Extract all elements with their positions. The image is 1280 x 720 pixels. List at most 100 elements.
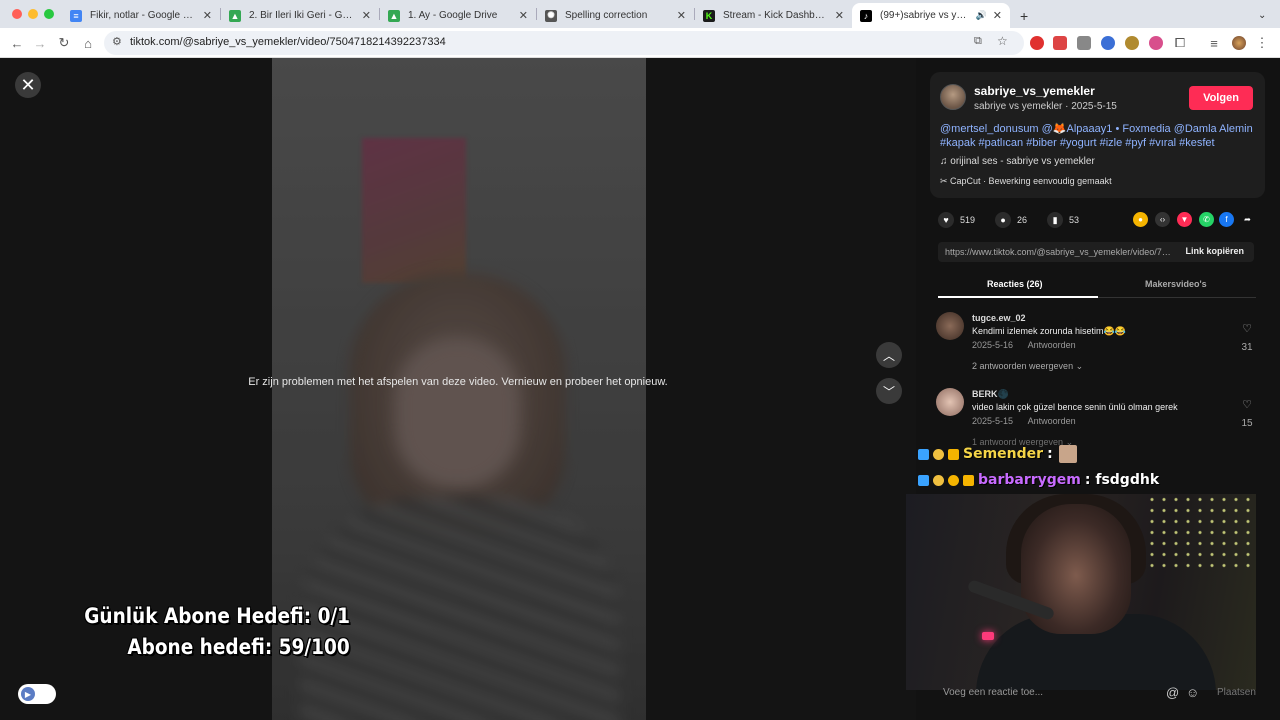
chat-username: Semender xyxy=(963,446,1044,462)
copy-link-button[interactable]: Link kopiëren xyxy=(1185,246,1244,256)
comment-meta: 2025-5-15 Antwoorden xyxy=(972,416,1076,426)
whatsapp-icon[interactable]: ✆ xyxy=(1199,212,1214,227)
tab-comments[interactable]: Reacties (26) xyxy=(987,279,1043,289)
save-stat[interactable]: ▮ 53 xyxy=(1047,212,1079,228)
capcut-link[interactable]: ✂ CapCut · Bewerking eenvoudig gemaakt xyxy=(940,176,1112,187)
playback-error-message: Er zijn problemen met het afspelen van d… xyxy=(248,376,668,388)
profile-avatar[interactable] xyxy=(1232,36,1246,50)
close-video-button[interactable]: ✕ xyxy=(15,72,41,98)
close-tab-icon[interactable]: ✕ xyxy=(203,9,212,22)
reply-button[interactable]: Antwoorden xyxy=(1028,340,1076,350)
close-tab-icon[interactable]: ✕ xyxy=(993,9,1002,22)
comment-heart-icon[interactable]: ♡ xyxy=(1238,322,1256,335)
tab-search-icon[interactable]: ⌄ xyxy=(1250,3,1272,28)
coin-icon[interactable]: ● xyxy=(1133,212,1148,227)
tab-creator-videos[interactable]: Makersvideo's xyxy=(1145,279,1207,289)
reload-icon[interactable]: ↻ xyxy=(55,34,73,52)
comment-input[interactable]: Voeg een reactie toe... xyxy=(943,687,1043,698)
close-tab-icon[interactable]: ✕ xyxy=(519,9,528,22)
webcam-overlay xyxy=(906,494,1256,690)
avatar[interactable] xyxy=(936,388,964,416)
comment-like-count: 15 xyxy=(1241,418,1253,429)
embed-icon[interactable]: ‹› xyxy=(1155,212,1170,227)
subscriber-goal: Abone hedefi: 59/100 xyxy=(127,635,350,659)
maximize-window-button[interactable] xyxy=(44,9,54,19)
browser-menu-icon[interactable]: ⋮ xyxy=(1253,34,1271,52)
post-comment-button[interactable]: Plaatsen xyxy=(1217,687,1256,698)
browser-tab-4[interactable]: K Stream - Kick Dashboard ✕ xyxy=(695,3,852,28)
adblock-extension-icon[interactable] xyxy=(1030,36,1044,50)
close-tab-icon[interactable]: ✕ xyxy=(677,9,686,22)
back-icon[interactable]: ← xyxy=(8,34,26,52)
close-tab-icon[interactable]: ✕ xyxy=(362,9,371,22)
tiktok-icon: ♪ xyxy=(860,9,872,22)
badge-icon xyxy=(948,474,959,486)
comment-like-count: 31 xyxy=(1241,342,1253,353)
daily-subscriber-goal: Günlük Abone Hedefi: 0/1 xyxy=(84,604,350,628)
home-icon[interactable]: ⌂ xyxy=(79,34,97,52)
openai-icon: ✺ xyxy=(545,9,557,22)
like-stat[interactable]: ♥ 519 xyxy=(938,212,975,228)
comment-author[interactable]: tugce.ew_02 xyxy=(972,313,1026,323)
browser-tab-5-active[interactable]: ♪ (99+)sabriye vs yemekler 🔊 ✕ xyxy=(852,3,1010,28)
minimize-window-button[interactable] xyxy=(28,9,38,19)
engagement-stats: ♥ 519 ● 26 ▮ 53 xyxy=(938,212,1099,228)
next-video-button[interactable]: ﹀ xyxy=(876,378,902,404)
share-arrow-icon[interactable]: ➦ xyxy=(1240,212,1255,227)
comment-author[interactable]: BERK🌑 xyxy=(972,389,1009,400)
play-icon: ▶ xyxy=(21,687,35,701)
view-replies-button[interactable]: 2 antwoorden weergeven ⌄ xyxy=(972,361,1083,372)
chat-message: Semender : xyxy=(918,445,1077,463)
mention-icon[interactable]: @ xyxy=(1166,685,1179,700)
browser-toolbar: ← → ↻ ⌂ ⚙ tiktok.com/@sabriye_vs_yemekle… xyxy=(0,28,1280,58)
author-username[interactable]: sabriye_vs_yemekler xyxy=(974,84,1095,98)
site-info-icon[interactable]: ⚙ xyxy=(112,35,122,48)
send-icon[interactable]: ▼ xyxy=(1177,212,1192,227)
previous-video-button[interactable]: ︿ xyxy=(876,342,902,368)
extension-icon[interactable] xyxy=(1149,36,1163,50)
speaker-icon[interactable]: 🔊 xyxy=(976,10,987,21)
drive-icon: ▲ xyxy=(388,9,400,22)
forward-icon[interactable]: → xyxy=(31,34,49,52)
comment-tabs: Reacties (26) Makersvideo's xyxy=(938,276,1256,298)
follow-button[interactable]: Volgen xyxy=(1189,86,1253,110)
music-link[interactable]: ♫ orijinal ses - sabriye vs yemekler xyxy=(940,156,1095,167)
close-tab-icon[interactable]: ✕ xyxy=(835,9,844,22)
link-box: https://www.tiktok.com/@sabriye_vs_yemek… xyxy=(938,242,1254,262)
install-icon[interactable]: ⧉ xyxy=(974,35,982,48)
extensions-puzzle-icon[interactable]: ⧠ xyxy=(1171,34,1189,52)
new-tab-button[interactable]: + xyxy=(1012,3,1032,28)
autoscroll-toggle[interactable]: ▶ xyxy=(18,684,56,704)
capcut-icon: ✂ xyxy=(940,176,951,186)
comment-stat[interactable]: ● 26 xyxy=(995,212,1027,228)
extension-icon[interactable] xyxy=(1053,36,1067,50)
extension-icon[interactable] xyxy=(1125,36,1139,50)
close-window-button[interactable] xyxy=(12,9,22,19)
chat-text: : fsdgdhk xyxy=(1084,472,1160,488)
avatar[interactable] xyxy=(936,312,964,340)
music-note-icon: ♫ xyxy=(940,156,951,167)
extension-icon[interactable] xyxy=(1077,36,1091,50)
address-bar[interactable]: ⚙ tiktok.com/@sabriye_vs_yemekler/video/… xyxy=(104,31,1024,55)
browser-tab-2[interactable]: ▲ 1. Ay - Google Drive ✕ xyxy=(380,3,536,28)
extension-icon[interactable] xyxy=(1101,36,1115,50)
heart-icon: ♥ xyxy=(938,212,954,228)
bookmark-star-icon[interactable]: ☆ xyxy=(997,34,1008,48)
facebook-icon[interactable]: f xyxy=(1219,212,1234,227)
badge-icon xyxy=(933,474,944,486)
browser-tab-0[interactable]: ≡ Fikir, notlar - Google Documents ✕ xyxy=(62,3,220,28)
chat-message: barbarrygem : fsdgdhk xyxy=(918,472,1159,488)
comment-heart-icon[interactable]: ♡ xyxy=(1238,398,1256,411)
emoji-icon[interactable]: ☺ xyxy=(1186,685,1199,700)
browser-tab-strip: ≡ Fikir, notlar - Google Documents ✕ ▲ 2… xyxy=(0,0,1280,28)
crown-icon xyxy=(948,448,959,460)
reading-list-icon[interactable]: ≡ xyxy=(1205,34,1223,52)
avatar[interactable] xyxy=(940,84,966,110)
reply-button[interactable]: Antwoorden xyxy=(1028,416,1076,426)
browser-tab-3[interactable]: ✺ Spelling correction ✕ xyxy=(537,3,694,28)
chevron-down-icon: ⌄ xyxy=(1075,361,1084,371)
browser-tab-1[interactable]: ▲ 2. Bir İleri İki Geri - Google Drive ✕ xyxy=(221,3,379,28)
post-caption[interactable]: @mertsel_donusum @🦊Alpaaay1 • Foxmedia @… xyxy=(940,122,1260,150)
emote-icon xyxy=(1058,445,1077,463)
comment-icon: ● xyxy=(995,212,1012,228)
